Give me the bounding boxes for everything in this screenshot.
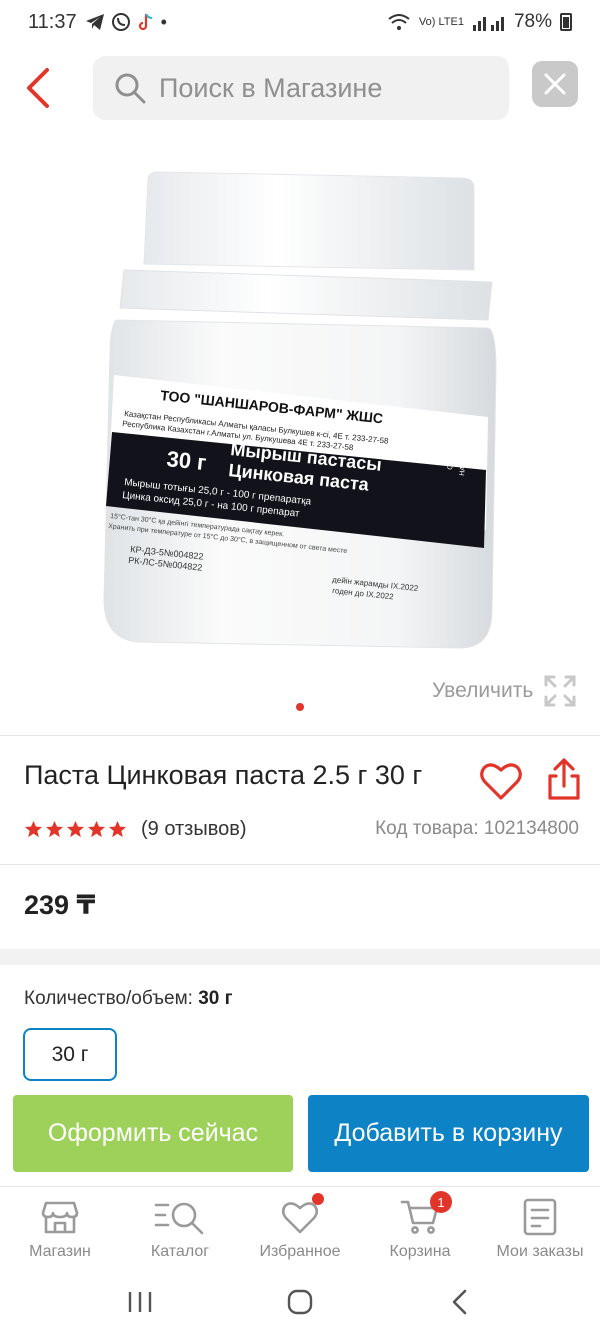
sku-label: Код товара: [375, 818, 479, 839]
search-icon [115, 73, 146, 104]
battery-percent: 78% [513, 11, 552, 32]
whatsapp-icon [111, 13, 130, 31]
zinc-paste-jar-image: ТОО "ШАНШАРОВ-ФАРМ" ЖШС Казақстан Респуб… [103, 171, 497, 649]
bottom-nav: Магазин Каталог Избранное 1 Корзина Мои … [0, 1186, 600, 1268]
star-icon [87, 820, 106, 837]
signal-icon [472, 17, 504, 31]
top-bar: Поиск в Магазине [0, 56, 600, 122]
option-selected-value: 30 г [198, 988, 233, 1009]
sku-value: 102134800 [483, 818, 579, 839]
recent-apps-button[interactable] [120, 1282, 160, 1322]
favorites-badge [312, 1193, 324, 1205]
telegram-icon [85, 14, 104, 30]
heart-outline-icon [480, 763, 522, 800]
chevron-left-icon [27, 68, 49, 108]
network-label: Vo) LTE1 [418, 16, 464, 28]
system-nav-bar [0, 1272, 600, 1332]
product-title: Паста Цинковая паста 2.5 г 30 г [24, 760, 423, 790]
label-weight: 30 г [165, 446, 207, 475]
recent-apps-icon [128, 1292, 152, 1312]
checkout-now-button[interactable]: Оформить сейчас [13, 1095, 293, 1172]
back-button[interactable] [14, 64, 62, 112]
section-separator [0, 949, 600, 965]
divider [0, 735, 600, 736]
divider [0, 864, 600, 865]
nav-item-favorites[interactable]: Избранное [240, 1187, 360, 1268]
star-icon [66, 820, 85, 837]
sku: Код товара: 102134800 [375, 818, 579, 840]
status-bar: 11:37 • Vo) LTE1 78% [0, 0, 600, 44]
clear-search-button[interactable] [532, 61, 578, 107]
favorite-button[interactable] [478, 758, 524, 804]
search-placeholder: Поиск в Магазине [159, 72, 383, 103]
catalog-search-icon [154, 1202, 204, 1235]
home-button[interactable] [280, 1282, 320, 1322]
tiktok-icon [138, 13, 152, 31]
star-icon [24, 820, 43, 837]
nav-label-orders: Мои заказы [496, 1243, 584, 1260]
gallery-page-indicator [296, 703, 304, 711]
battery-icon [560, 13, 572, 31]
orders-icon [523, 1198, 557, 1236]
share-icon [548, 758, 580, 800]
option-label: Количество/объем: 30 г [24, 988, 233, 1010]
system-back-button[interactable] [440, 1282, 480, 1322]
store-icon [41, 1201, 79, 1234]
search-input[interactable]: Поиск в Магазине [93, 56, 509, 120]
nav-label-favorites: Избранное [259, 1243, 341, 1260]
zoom-button[interactable]: Увеличить [432, 674, 577, 708]
back-icon [452, 1289, 467, 1315]
status-time: 11:37 [28, 10, 77, 33]
option-label-text: Количество/объем: [24, 988, 193, 1009]
star-icon [108, 820, 127, 837]
nav-label-cart: Корзина [389, 1243, 451, 1260]
rating-stars [24, 820, 127, 839]
add-to-cart-button[interactable]: Добавить в корзину [308, 1095, 589, 1172]
product-image[interactable]: ТОО "ШАНШАРОВ-ФАРМ" ЖШС Казақстан Респуб… [100, 170, 500, 650]
star-icon [45, 820, 64, 837]
zoom-label: Увеличить [432, 679, 534, 702]
home-icon [287, 1289, 313, 1315]
more-notifications-icon: • [160, 11, 167, 32]
nav-item-catalog[interactable]: Каталог [120, 1187, 240, 1268]
nav-label-store: Магазин [29, 1243, 91, 1260]
nav-label-catalog: Каталог [150, 1243, 210, 1260]
nav-item-orders[interactable]: Мои заказы [480, 1187, 600, 1268]
share-button[interactable] [543, 756, 585, 802]
close-icon [544, 73, 566, 95]
cart-count-badge: 1 [430, 1191, 452, 1213]
reviews-link[interactable]: (9 отзывов) [141, 818, 247, 841]
wifi-icon [388, 14, 410, 30]
option-chip-30g[interactable]: 30 г [23, 1028, 117, 1081]
rating-row: (9 отзывов) Код товара: 102134800 [24, 814, 579, 844]
nav-item-store[interactable]: Магазин [0, 1187, 120, 1268]
product-price: 239 ₸ [24, 890, 96, 920]
expand-icon [544, 675, 576, 707]
nav-item-cart[interactable]: 1 Корзина [360, 1187, 480, 1268]
